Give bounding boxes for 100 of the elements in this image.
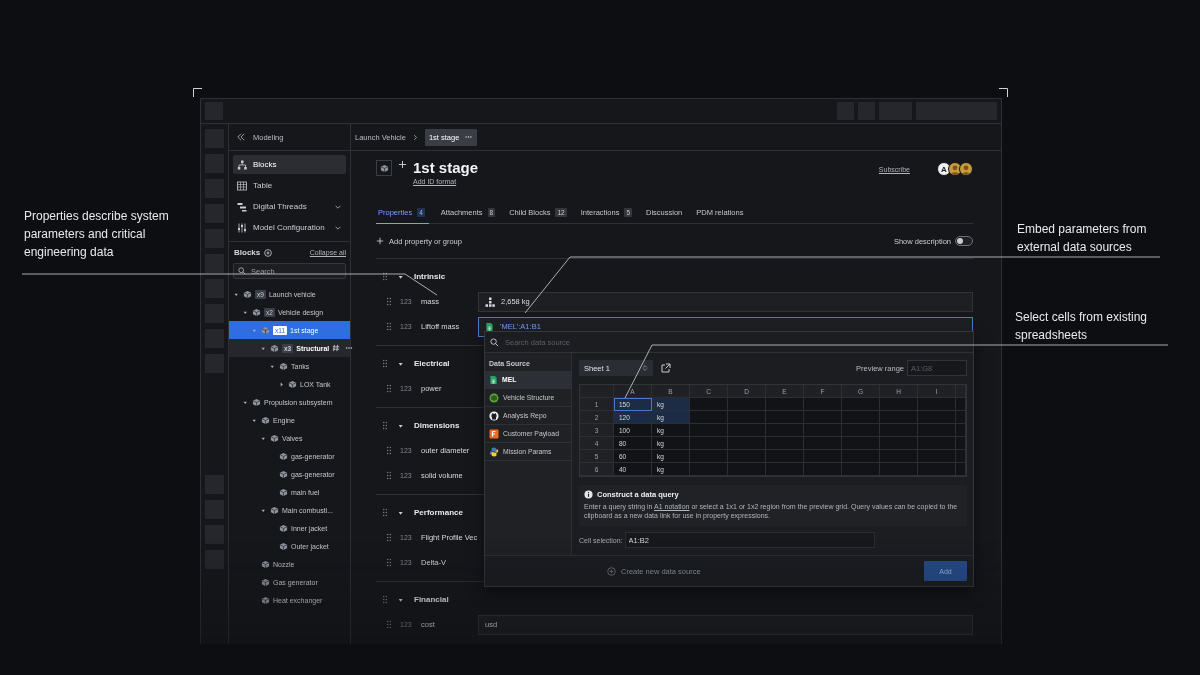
grid-cell[interactable] [918,398,956,411]
grid-cell[interactable] [842,424,880,437]
grid-cell[interactable] [842,463,880,476]
grid-cell[interactable] [804,450,842,463]
grid-cell[interactable] [956,437,966,450]
callout-text: Select cells from existing spreadsheets [1015,309,1149,344]
grid-cell[interactable] [956,463,966,476]
grid-cell[interactable] [766,411,804,424]
grid-cell[interactable] [880,463,918,476]
avatar[interactable]: A [937,162,951,176]
grid-cell[interactable] [690,437,728,450]
grid-cell[interactable] [880,398,918,411]
grid-cell[interactable] [804,463,842,476]
grid-cell[interactable] [728,424,766,437]
group-title: Financial [414,595,449,604]
drag-handle-icon [386,446,392,455]
grid-cell[interactable] [728,411,766,424]
spreadsheet-icon [489,374,498,385]
group-title: Performance [414,508,463,517]
grid-cell[interactable] [880,411,918,424]
grid-cell[interactable] [690,450,728,463]
hierarchy-icon [485,296,495,307]
grid-cell[interactable] [690,424,728,437]
drag-handle-icon [386,322,392,331]
hierarchy-icon [237,159,247,170]
grid-cell[interactable] [690,411,728,424]
hash-icon [332,344,341,352]
grid-cell[interactable] [766,398,804,411]
grid-cell[interactable] [804,411,842,424]
grid-cell[interactable] [728,450,766,463]
grid-cell[interactable] [880,437,918,450]
section-title: Blocks [234,248,261,257]
grid-cell[interactable] [690,398,728,411]
block-icon [261,415,270,425]
rail-placeholder [205,254,224,273]
avatar[interactable] [948,162,962,176]
grid-cell[interactable] [956,450,966,463]
grid-cell[interactable] [918,411,956,424]
grid-cell[interactable] [728,398,766,411]
grid-cell[interactable] [956,398,966,411]
nav-item[interactable]: Table [233,176,346,195]
callout-text: Embed parameters from external data sources [1017,221,1148,256]
drag-handle-icon [386,384,392,393]
grid-cell[interactable] [804,398,842,411]
avatar[interactable] [959,162,973,176]
cube-icon [489,392,499,403]
page-title: 1st stage [413,160,479,176]
info-icon [584,490,593,499]
grid-cell[interactable] [842,398,880,411]
grid-cell[interactable] [804,424,842,437]
collapse-icon [237,133,245,141]
grid-cell[interactable] [728,463,766,476]
grid-cell[interactable] [766,463,804,476]
grid-cell[interactable] [766,450,804,463]
grid-cell[interactable] [880,450,918,463]
block-icon [270,433,279,443]
nav-item[interactable]: Digital Threads [233,197,346,216]
grid-cell[interactable] [918,437,956,450]
grid-cell[interactable] [842,411,880,424]
plus-icon [376,237,384,245]
more-icon [464,133,474,141]
grid-cell[interactable] [880,424,918,437]
nav-item[interactable]: Model Configuration [233,218,346,237]
plus-icon [398,160,407,169]
drag-handle-icon [382,359,388,368]
sliders-icon [237,222,247,233]
grid-cell[interactable] [842,437,880,450]
toggle-switch[interactable] [955,236,973,246]
grid-cell[interactable] [690,463,728,476]
spreadsheet-icon [485,321,494,332]
block-icon [379,163,389,173]
block-icon-box[interactable] [376,160,392,176]
block-icon [279,361,288,371]
grid-cell[interactable] [728,437,766,450]
drag-handle-icon [382,508,388,517]
grid-cell[interactable] [918,424,956,437]
grid-cell[interactable] [956,424,966,437]
drag-handle-icon [386,297,392,306]
drag-handle-icon [386,533,392,542]
drag-handle-icon [386,558,392,567]
grid-cell[interactable] [918,450,956,463]
drag-handle-icon [386,620,392,629]
callout-text: Properties describe system parameters and critical engineering data [24,208,170,261]
block-icon [288,379,297,389]
block-icon [243,289,252,299]
block-icon [279,541,288,551]
grid-cell[interactable] [918,463,956,476]
group-title: Dimensions [414,421,460,430]
group-title: Electrical [414,359,450,368]
updown-icon [642,364,648,372]
grid-cell[interactable] [766,424,804,437]
block-icon [252,397,261,407]
grid-cell[interactable] [766,437,804,450]
grid-cell[interactable] [804,437,842,450]
grid-cell[interactable] [956,411,966,424]
search-icon [238,267,246,275]
grid-cell[interactable] [842,450,880,463]
threads-icon [237,201,247,212]
frame-corner-mark [193,88,203,98]
nav-item[interactable]: Blocks [233,155,346,174]
